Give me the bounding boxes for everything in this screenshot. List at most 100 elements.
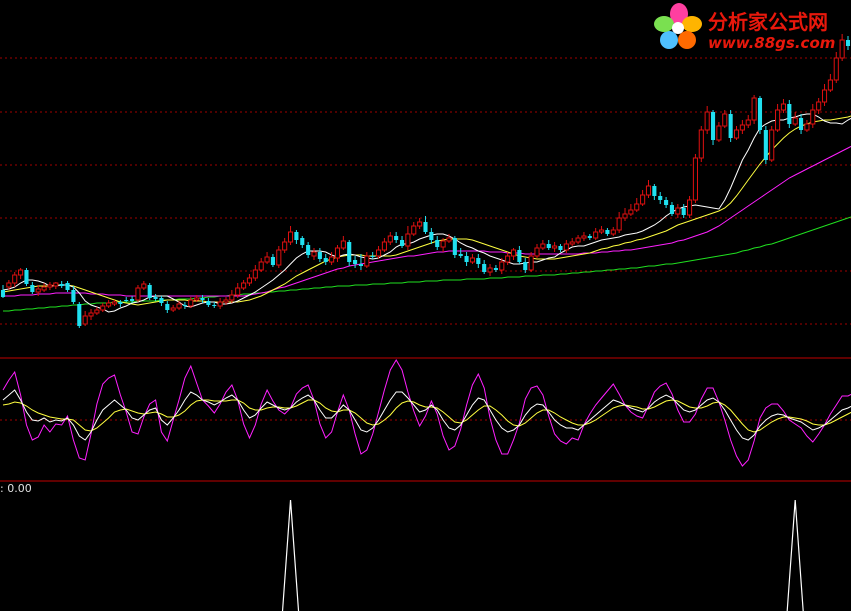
candle-body xyxy=(223,299,229,303)
stock-chart[interactable] xyxy=(0,0,851,611)
candle-body xyxy=(598,229,605,233)
watermark-title: 分析家公式网 xyxy=(708,10,828,34)
candle-body xyxy=(517,250,522,262)
candle-body xyxy=(628,209,634,215)
candle-body xyxy=(534,247,540,257)
candle-body xyxy=(111,301,118,305)
candle-body xyxy=(159,298,164,303)
candle-body xyxy=(246,277,253,284)
candle-body xyxy=(745,119,751,126)
candle-body xyxy=(264,256,270,263)
candle-body xyxy=(370,256,375,257)
indicator-value-label: : 0.00 xyxy=(0,482,32,495)
candle-body xyxy=(0,290,6,297)
candle-body xyxy=(147,285,152,298)
candle-body xyxy=(827,79,833,91)
watermark-url: www.88gs.com xyxy=(708,34,836,52)
candle-body xyxy=(12,274,18,284)
candle-body xyxy=(640,194,646,205)
candle-body xyxy=(170,307,176,311)
candle-body xyxy=(710,112,716,140)
candle-body xyxy=(833,57,839,81)
candle-body xyxy=(751,97,757,121)
candle-body xyxy=(94,309,100,314)
candle-body xyxy=(499,261,505,271)
candle-body xyxy=(270,257,275,265)
candle-body xyxy=(311,251,317,257)
candle-body xyxy=(804,123,810,131)
candle-body xyxy=(652,186,657,196)
candle-body xyxy=(88,312,94,317)
ma60-line xyxy=(3,216,851,312)
candle-body xyxy=(775,109,781,131)
candle-body xyxy=(347,242,352,262)
candle-body xyxy=(610,229,616,235)
candle-body xyxy=(188,299,194,307)
candle-body xyxy=(523,262,528,270)
candle-body xyxy=(528,255,534,271)
candle-body xyxy=(65,283,70,290)
candle-body xyxy=(593,231,599,239)
candle-body xyxy=(200,298,205,300)
candle-body xyxy=(118,302,123,304)
candle-body xyxy=(816,101,822,111)
candle-body xyxy=(399,240,405,246)
candle-body xyxy=(306,245,311,255)
flower-logo-icon xyxy=(654,3,702,49)
candle-body xyxy=(24,270,29,284)
candle-body xyxy=(18,269,24,276)
candle-body xyxy=(194,297,200,301)
candle-body xyxy=(6,282,12,288)
candle-body xyxy=(423,222,428,232)
candle-body xyxy=(141,283,147,289)
candle-body xyxy=(698,129,704,159)
candle-body xyxy=(605,230,610,234)
candle-body xyxy=(41,286,47,291)
candle-body xyxy=(217,301,223,307)
candle-body xyxy=(287,231,294,243)
candle-body xyxy=(334,247,341,259)
candle-body xyxy=(464,256,469,262)
candle-body xyxy=(763,130,768,160)
candle-body xyxy=(405,233,411,247)
watermark-logo: 分析家公式网 www.88gs.com xyxy=(652,2,848,54)
candle-body xyxy=(317,252,322,259)
candle-body xyxy=(59,284,64,286)
candle-body xyxy=(458,254,463,256)
candle-body xyxy=(757,98,763,130)
candle-body xyxy=(669,205,675,214)
kdj-j-line xyxy=(2,359,851,467)
candle-body xyxy=(353,260,358,264)
candle-body xyxy=(176,303,182,309)
candle-body xyxy=(716,125,722,141)
candle-body xyxy=(581,235,587,239)
candle-body xyxy=(300,238,305,245)
candle-body xyxy=(282,241,288,251)
candle-body xyxy=(100,305,106,311)
candle-body xyxy=(276,249,282,266)
candle-body xyxy=(53,282,59,287)
candle-body xyxy=(329,256,335,263)
candle-body xyxy=(340,240,346,249)
candle-body xyxy=(787,104,792,124)
candle-body xyxy=(728,114,733,138)
candle-body xyxy=(206,301,211,305)
candle-body xyxy=(587,236,592,238)
candle-body xyxy=(722,113,728,127)
candle-body xyxy=(552,245,558,249)
candle-body xyxy=(241,282,247,289)
candle-body xyxy=(106,302,112,307)
candle-body xyxy=(235,287,241,296)
candle-body xyxy=(77,304,82,326)
candle-body xyxy=(476,258,481,264)
candle-body xyxy=(258,261,264,271)
candle-body xyxy=(810,109,816,125)
candle-body xyxy=(446,237,452,242)
candle-body xyxy=(704,111,710,131)
candle-body xyxy=(482,264,487,272)
candle-body xyxy=(376,249,382,257)
candle-body xyxy=(124,300,129,301)
candle-body xyxy=(130,299,135,301)
candle-body xyxy=(821,89,828,103)
candle-body xyxy=(417,221,423,227)
